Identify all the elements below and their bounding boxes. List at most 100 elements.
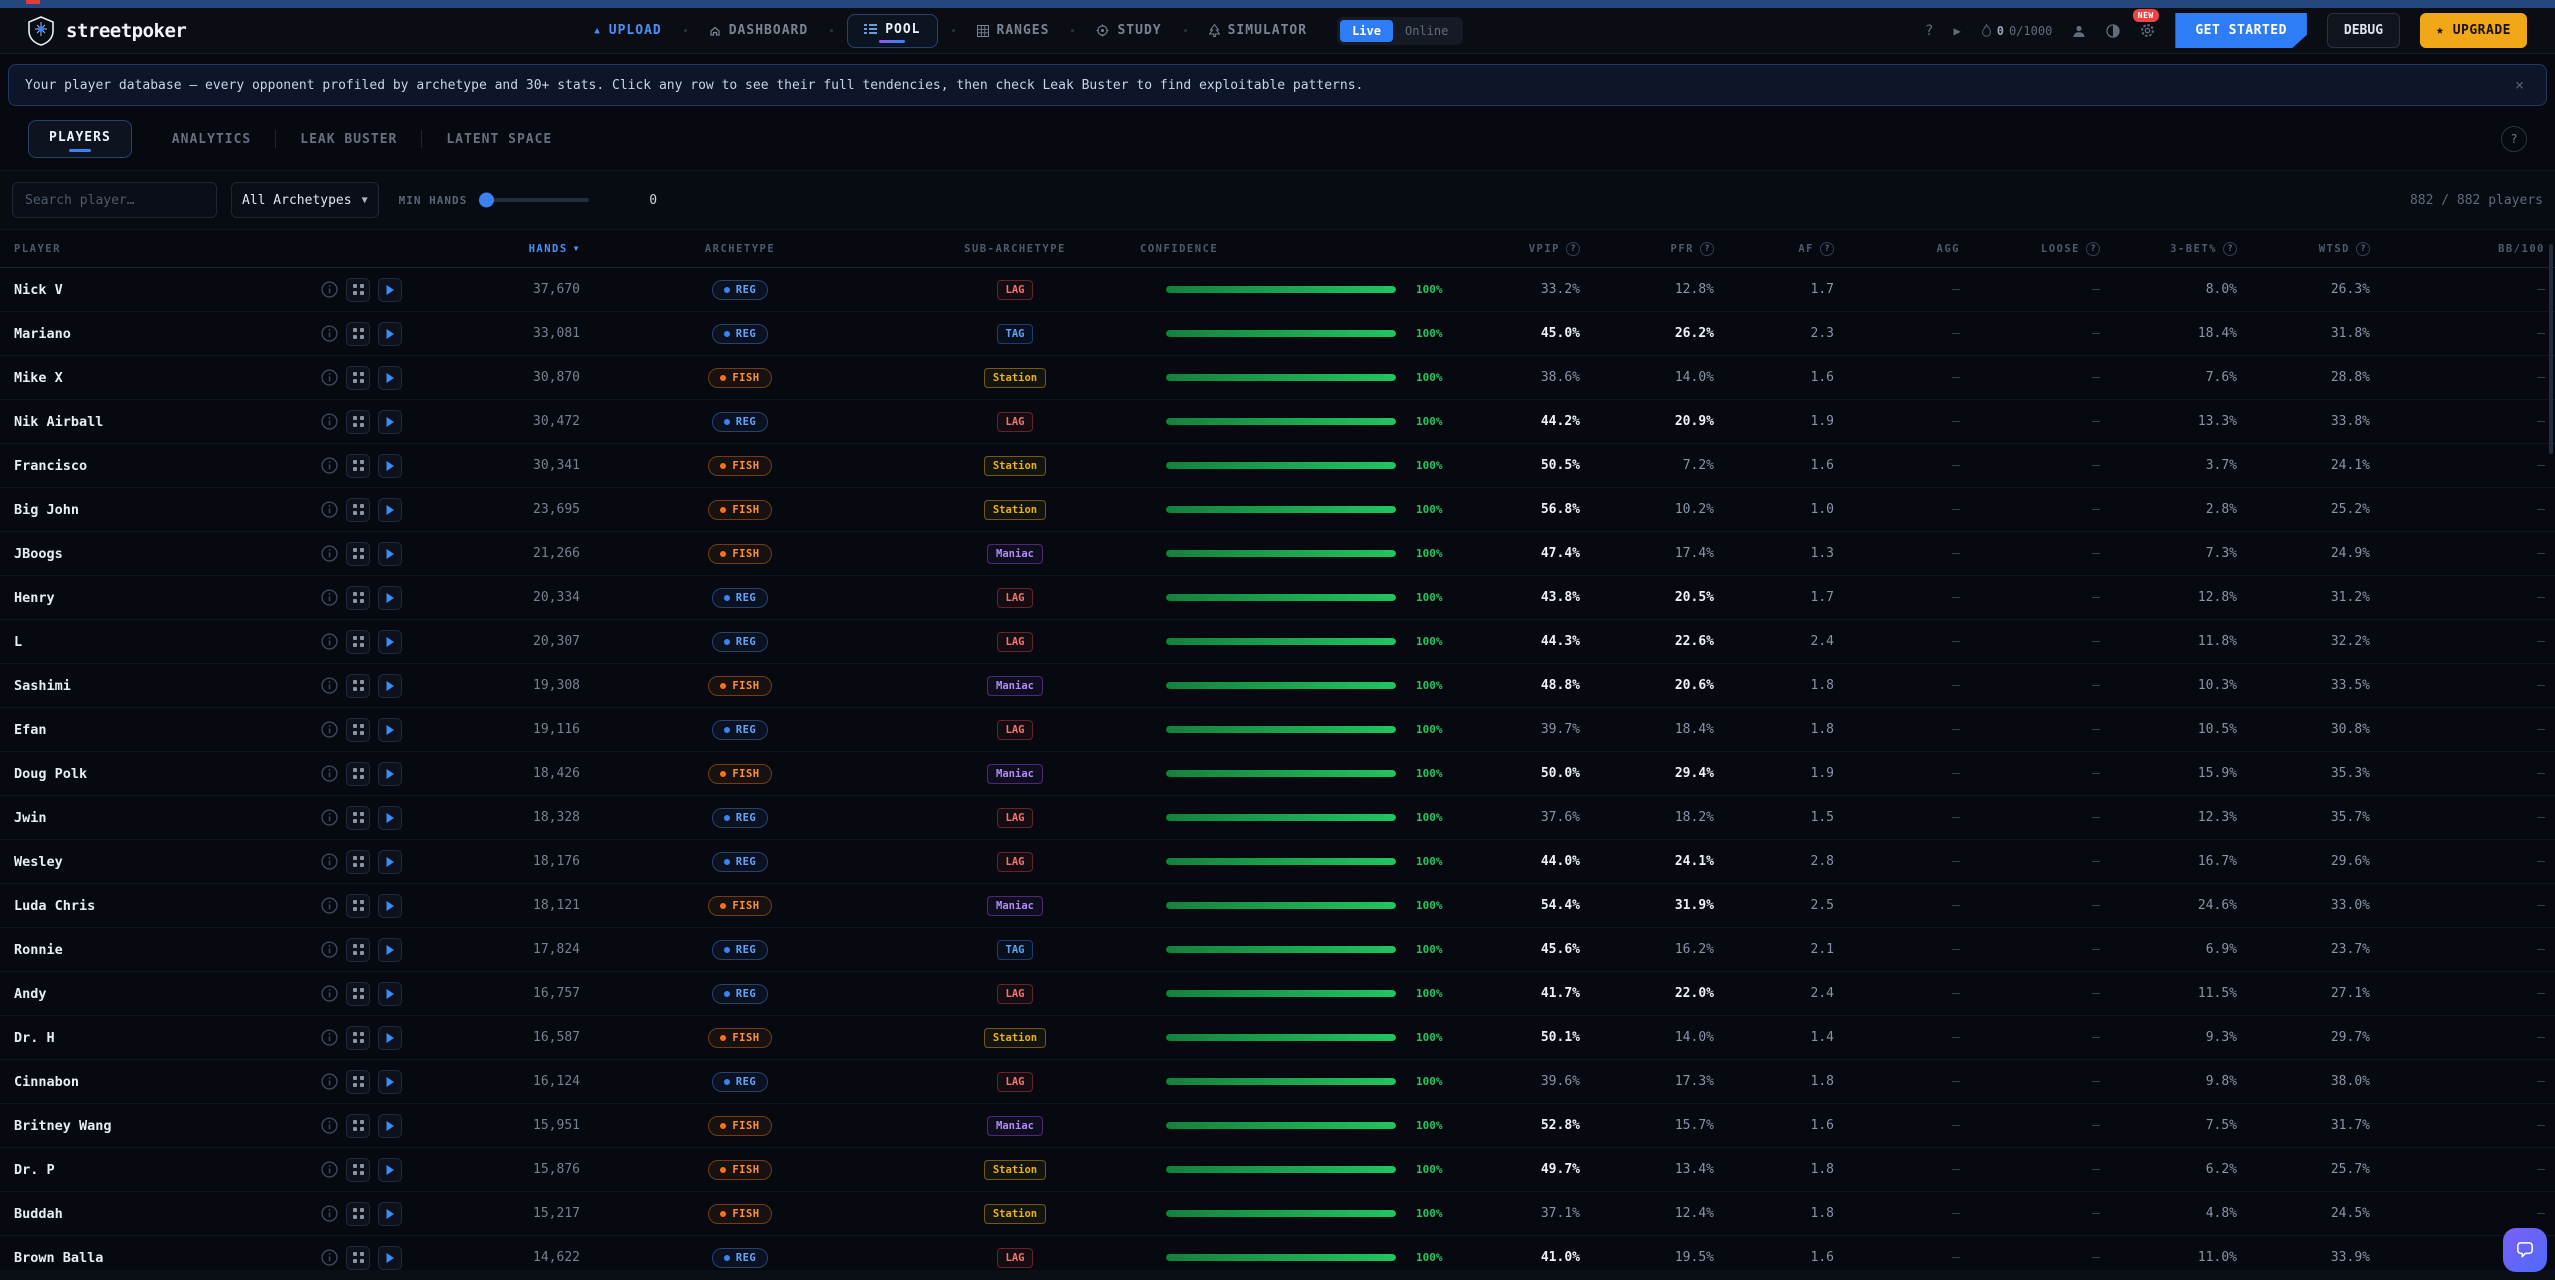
column-help-icon[interactable]: ? [1566, 242, 1580, 256]
brand[interactable]: streetpoker [28, 16, 186, 46]
player-row[interactable]: Wesley18,176REGLAG100%44.0%24.1%2.8––16.… [0, 840, 2555, 884]
player-range-grid-icon[interactable] [346, 938, 370, 962]
nav-item-study[interactable]: STUDY [1088, 17, 1169, 44]
column-help-icon[interactable]: ? [1820, 242, 1834, 256]
archetype-select[interactable]: All Archetypes ▼ [231, 182, 379, 218]
column-header-wtsd[interactable]: WTSD? [2247, 242, 2380, 256]
tab-analytics[interactable]: ANALYTICS [148, 132, 275, 147]
column-header-af[interactable]: AF? [1724, 242, 1844, 256]
player-info-icon[interactable] [320, 1249, 338, 1267]
banner-close-icon[interactable]: × [2509, 76, 2530, 94]
column-header-sub[interactable]: SUB-ARCHETYPE [890, 243, 1140, 255]
player-replay-icon[interactable] [378, 850, 402, 874]
player-row[interactable]: Sashimi19,308FISHManiac100%48.8%20.6%1.8… [0, 664, 2555, 708]
player-info-icon[interactable] [320, 721, 338, 739]
column-header-player[interactable]: PLAYER [14, 243, 320, 255]
player-replay-icon[interactable] [378, 630, 402, 654]
player-info-icon[interactable] [320, 457, 338, 475]
column-header-threebet[interactable]: 3-BET%? [2110, 242, 2247, 256]
player-row[interactable]: Buddah15,217FISHStation100%37.1%12.4%1.8… [0, 1192, 2555, 1236]
player-replay-icon[interactable] [378, 762, 402, 786]
tab-latent-space[interactable]: LATENT SPACE [422, 132, 576, 147]
player-replay-icon[interactable] [378, 674, 402, 698]
player-replay-icon[interactable] [378, 1070, 402, 1094]
player-range-grid-icon[interactable] [346, 454, 370, 478]
player-info-icon[interactable] [320, 633, 338, 651]
player-row[interactable]: JBoogs21,266FISHManiac100%47.4%17.4%1.3–… [0, 532, 2555, 576]
player-replay-icon[interactable] [378, 454, 402, 478]
column-help-icon[interactable]: ? [2356, 242, 2370, 256]
player-row[interactable]: Francisco30,341FISHStation100%50.5%7.2%1… [0, 444, 2555, 488]
player-info-icon[interactable] [320, 1161, 338, 1179]
player-range-grid-icon[interactable] [346, 674, 370, 698]
player-row[interactable]: Jwin18,328REGLAG100%37.6%18.2%1.5––12.3%… [0, 796, 2555, 840]
column-header-loose[interactable]: LOOSE? [1970, 242, 2110, 256]
player-row[interactable]: L20,307REGLAG100%44.3%22.6%2.4––11.8%32.… [0, 620, 2555, 664]
player-replay-icon[interactable] [378, 938, 402, 962]
player-replay-icon[interactable] [378, 1246, 402, 1270]
player-range-grid-icon[interactable] [346, 718, 370, 742]
player-row[interactable]: Mariano33,081REGTAG100%45.0%26.2%2.3––18… [0, 312, 2555, 356]
column-header-bb100[interactable]: BB/100 [2380, 243, 2555, 255]
player-replay-icon[interactable] [378, 1026, 402, 1050]
player-range-grid-icon[interactable] [346, 762, 370, 786]
player-row[interactable]: Luda Chris18,121FISHManiac100%54.4%31.9%… [0, 884, 2555, 928]
player-range-grid-icon[interactable] [346, 366, 370, 390]
nav-item-ranges[interactable]: RANGES [969, 17, 1058, 44]
player-replay-icon[interactable] [378, 1114, 402, 1138]
player-range-grid-icon[interactable] [346, 1246, 370, 1270]
column-help-icon[interactable]: ? [2223, 242, 2237, 256]
player-info-icon[interactable] [320, 853, 338, 871]
player-row[interactable]: Henry20,334REGLAG100%43.8%20.5%1.7––12.8… [0, 576, 2555, 620]
player-row[interactable]: Nik Airball30,472REGLAG100%44.2%20.9%1.9… [0, 400, 2555, 444]
debug-button[interactable]: DEBUG [2327, 13, 2400, 48]
player-info-icon[interactable] [320, 545, 338, 563]
player-replay-icon[interactable] [378, 366, 402, 390]
player-info-icon[interactable] [320, 677, 338, 695]
player-range-grid-icon[interactable] [346, 894, 370, 918]
column-header-archetype[interactable]: ARCHETYPE [590, 243, 890, 255]
player-range-grid-icon[interactable] [346, 322, 370, 346]
player-row[interactable]: Mike X30,870FISHStation100%38.6%14.0%1.6… [0, 356, 2555, 400]
toggle-live[interactable]: Live [1340, 20, 1393, 42]
nav-item-upload[interactable]: ▲ UPLOAD [586, 17, 669, 44]
slider-thumb[interactable] [479, 193, 494, 208]
player-info-icon[interactable] [320, 369, 338, 387]
player-range-grid-icon[interactable] [346, 1114, 370, 1138]
player-info-icon[interactable] [320, 809, 338, 827]
player-row[interactable]: Britney Wang15,951FISHManiac100%52.8%15.… [0, 1104, 2555, 1148]
player-replay-icon[interactable] [378, 982, 402, 1006]
player-replay-icon[interactable] [378, 498, 402, 522]
player-range-grid-icon[interactable] [346, 1158, 370, 1182]
player-replay-icon[interactable] [378, 322, 402, 346]
player-range-grid-icon[interactable] [346, 278, 370, 302]
usage-meter[interactable]: 0 0/1000 [1981, 24, 2053, 38]
player-row[interactable]: Big John23,695FISHStation100%56.8%10.2%1… [0, 488, 2555, 532]
player-row[interactable]: Efan19,116REGLAG100%39.7%18.4%1.8––10.5%… [0, 708, 2555, 752]
player-info-icon[interactable] [320, 589, 338, 607]
player-replay-icon[interactable] [378, 1158, 402, 1182]
player-info-icon[interactable] [320, 941, 338, 959]
player-replay-icon[interactable] [378, 806, 402, 830]
player-info-icon[interactable] [320, 897, 338, 915]
help-icon[interactable]: ? [1925, 23, 1933, 39]
column-header-agg[interactable]: AGG [1844, 243, 1970, 255]
player-row[interactable]: Cinnabon16,124REGLAG100%39.6%17.3%1.8––9… [0, 1060, 2555, 1104]
player-range-grid-icon[interactable] [346, 586, 370, 610]
column-help-icon[interactable]: ? [1700, 242, 1714, 256]
nav-item-simulator[interactable]: SIMULATOR [1201, 17, 1315, 44]
column-help-icon[interactable]: ? [2086, 242, 2100, 256]
settings-gear-icon[interactable]: NEW [2140, 23, 2155, 38]
column-header-pfr[interactable]: PFR? [1590, 242, 1724, 256]
get-started-button[interactable]: GET STARTED [2175, 13, 2307, 48]
tab-leak-buster[interactable]: LEAK BUSTER [276, 132, 421, 147]
player-replay-icon[interactable] [378, 410, 402, 434]
chat-widget-button[interactable] [2503, 1228, 2547, 1272]
player-range-grid-icon[interactable] [346, 1026, 370, 1050]
column-header-vpip[interactable]: VPIP? [1470, 242, 1590, 256]
player-row[interactable]: Dr. P15,876FISHStation100%49.7%13.4%1.8–… [0, 1148, 2555, 1192]
min-hands-slider[interactable] [481, 198, 589, 202]
player-replay-icon[interactable] [378, 542, 402, 566]
player-info-icon[interactable] [320, 985, 338, 1003]
column-header-hands[interactable]: HANDS▼ [430, 243, 590, 255]
